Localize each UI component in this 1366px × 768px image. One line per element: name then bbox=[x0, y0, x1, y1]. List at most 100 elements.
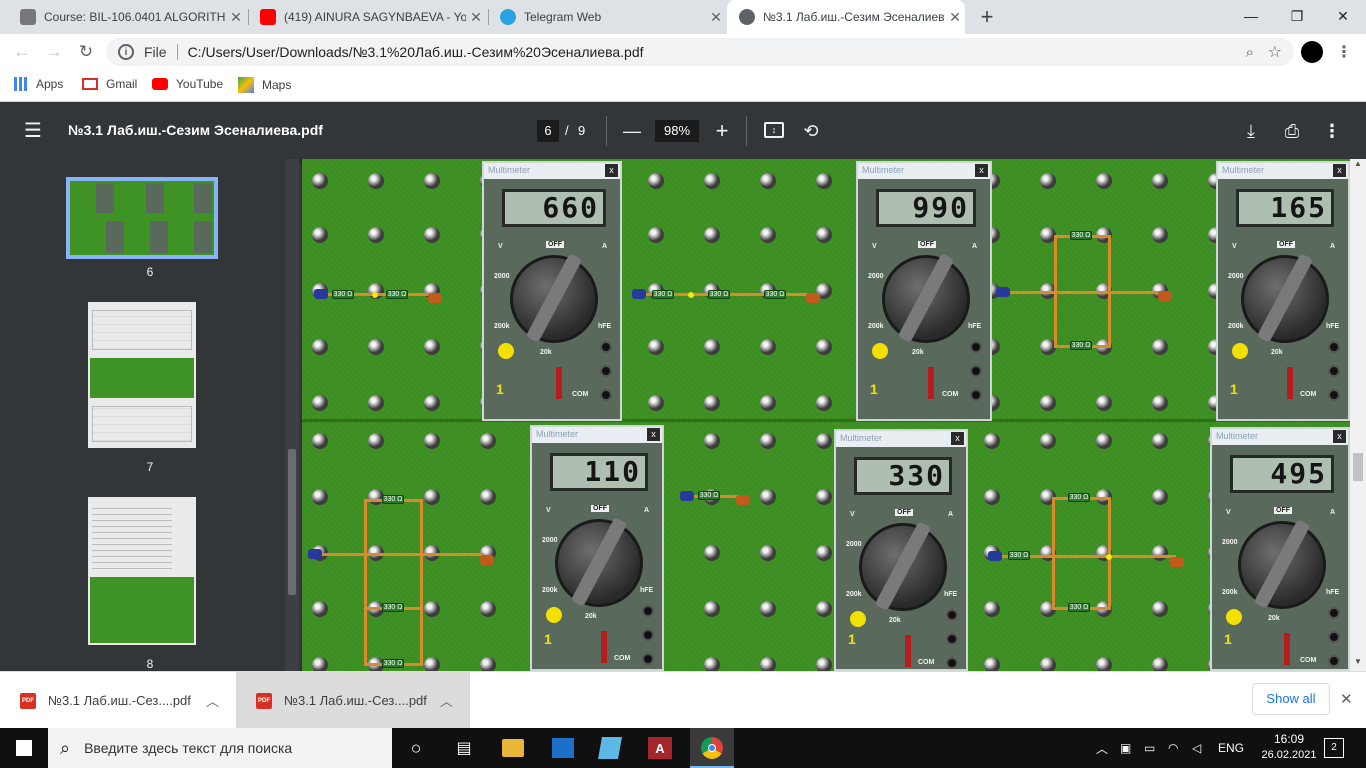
app-icon[interactable] bbox=[552, 738, 574, 758]
close-icon[interactable]: ✕ bbox=[945, 9, 965, 26]
breadboard-peg bbox=[816, 601, 832, 617]
close-icon[interactable]: ✕ bbox=[466, 9, 486, 26]
transistor-socket bbox=[546, 607, 562, 623]
thumbnail-page-7[interactable] bbox=[88, 302, 196, 448]
tray-icon[interactable]: ▣ bbox=[1120, 728, 1131, 768]
close-icon[interactable]: x bbox=[647, 428, 660, 441]
fit-page-icon[interactable]: ↕ bbox=[764, 122, 784, 138]
breadboard-peg bbox=[368, 395, 384, 411]
bookmark-youtube[interactable]: YouTube bbox=[152, 77, 223, 91]
close-icon[interactable]: x bbox=[605, 164, 618, 177]
more-options-icon[interactable]: ⋮ bbox=[1322, 120, 1342, 142]
file-explorer-icon[interactable] bbox=[502, 739, 524, 757]
zoom-input[interactable]: 98% bbox=[655, 120, 699, 142]
dial-label: V bbox=[850, 511, 855, 518]
tab-course[interactable]: Course: BIL-106.0401 ALGORITHM ✕ bbox=[8, 0, 246, 34]
maximize-button[interactable]: ❐ bbox=[1274, 0, 1320, 32]
tray-chevron-icon[interactable]: ︿ bbox=[1096, 728, 1108, 768]
zoom-out-icon[interactable]: — bbox=[622, 120, 642, 142]
close-icon[interactable]: x bbox=[951, 432, 964, 445]
resistor: 330 Ω bbox=[1068, 493, 1090, 502]
hamburger-menu-icon[interactable]: ☰ bbox=[22, 120, 44, 142]
scrollbar-thumb[interactable] bbox=[1353, 453, 1363, 481]
jack bbox=[1328, 631, 1340, 643]
breadboard-peg bbox=[816, 339, 832, 355]
pdf-page-content: 330 Ω 330 Ω 330 Ω 330 Ω 330 Ω 330 Ω 330 … bbox=[302, 159, 1350, 671]
breadboard-peg bbox=[704, 433, 720, 449]
profile-avatar[interactable] bbox=[1298, 38, 1326, 66]
rotate-icon[interactable]: ⟲ bbox=[800, 120, 822, 142]
tab-pdf-active[interactable]: №3.1 Лаб.иш.-Сезим Эсеналиев ✕ bbox=[727, 0, 965, 34]
dial-label: COM bbox=[572, 391, 589, 398]
url-text[interactable]: C:/Users/User/Downloads/№3.1%20Лаб.иш.-С… bbox=[188, 44, 644, 60]
new-tab-button[interactable]: + bbox=[973, 3, 1001, 31]
print-icon[interactable]: ⎙ bbox=[1280, 120, 1304, 142]
close-icon[interactable]: x bbox=[1333, 430, 1346, 443]
probe-red bbox=[480, 555, 494, 565]
task-view-icon[interactable]: ▤ bbox=[452, 736, 476, 760]
minimize-button[interactable]: — bbox=[1228, 0, 1274, 32]
address-bar[interactable]: i File C:/Users/User/Downloads/№3.1%20Ла… bbox=[106, 38, 1294, 66]
close-icon[interactable]: ✕ bbox=[226, 9, 246, 26]
battery-icon[interactable]: ▭ bbox=[1144, 728, 1155, 768]
app-icon[interactable] bbox=[598, 737, 622, 759]
close-downloads-icon[interactable]: ✕ bbox=[1340, 690, 1353, 708]
menu-kebab-icon[interactable]: ⋮ bbox=[1330, 38, 1358, 66]
page-number-input[interactable]: 6 bbox=[537, 120, 559, 142]
taskbar-search[interactable]: ⌕ Введите здесь текст для поиска bbox=[48, 728, 392, 768]
close-window-button[interactable]: ✕ bbox=[1320, 0, 1366, 32]
reload-button[interactable]: ↻ bbox=[72, 38, 100, 66]
scrollbar-thumb[interactable] bbox=[288, 449, 296, 595]
info-icon[interactable]: i bbox=[118, 44, 134, 60]
zoom-icon[interactable]: ⌕ bbox=[1246, 44, 1254, 61]
bookmark-apps[interactable]: Apps bbox=[14, 77, 63, 91]
tab-youtube[interactable]: (419) AINURA SAGYNBAEVA - Yo ✕ bbox=[248, 0, 486, 34]
clock-date[interactable]: 26.02.2021 bbox=[1257, 749, 1321, 761]
download-item[interactable]: PDF №3.1 Лаб.иш.-Сез....pdf ︿ bbox=[236, 672, 470, 729]
windows-start-icon[interactable] bbox=[12, 736, 36, 760]
show-all-button[interactable]: Show all bbox=[1252, 683, 1330, 715]
tab-telegram[interactable]: Telegram Web ✕ bbox=[488, 0, 726, 34]
dial-label: V bbox=[872, 243, 877, 250]
chrome-taskbar-button[interactable] bbox=[690, 728, 734, 768]
breadboard-peg bbox=[480, 489, 496, 505]
multimeter-title: Multimeter bbox=[836, 431, 966, 447]
thumbnail-page-8[interactable] bbox=[88, 497, 196, 645]
test-lead-marker bbox=[1287, 367, 1293, 399]
access-icon[interactable]: A bbox=[648, 737, 672, 759]
breadboard-peg bbox=[1096, 433, 1112, 449]
cortana-icon[interactable]: ○ bbox=[404, 736, 428, 760]
bookmark-gmail[interactable]: Gmail bbox=[82, 77, 137, 91]
breadboard-peg bbox=[424, 489, 440, 505]
close-icon[interactable]: x bbox=[975, 164, 988, 177]
zoom-in-icon[interactable]: + bbox=[712, 118, 732, 143]
content-scrollbar[interactable]: ▲ ▼ bbox=[1350, 159, 1366, 671]
language-indicator[interactable]: ENG bbox=[1218, 728, 1244, 768]
chevron-up-icon[interactable]: ︿ bbox=[206, 691, 219, 710]
back-button[interactable]: ← bbox=[8, 38, 36, 66]
thumbnail-page-6[interactable] bbox=[66, 177, 218, 259]
star-icon[interactable]: ☆ bbox=[1268, 42, 1282, 62]
volume-icon[interactable]: ◁ bbox=[1192, 728, 1201, 768]
dial-label: COM bbox=[1300, 657, 1317, 664]
scroll-down-icon[interactable]: ▼ bbox=[1350, 657, 1366, 671]
chevron-up-icon[interactable]: ︿ bbox=[440, 691, 453, 710]
sidebar-scrollbar[interactable] bbox=[285, 159, 299, 671]
probe-red bbox=[806, 293, 820, 303]
close-icon[interactable]: x bbox=[1333, 164, 1346, 177]
globe-icon bbox=[739, 9, 755, 25]
download-item[interactable]: PDF №3.1 Лаб.иш.-Сез....pdf ︿ bbox=[0, 672, 236, 729]
notifications-icon[interactable]: 2 bbox=[1324, 738, 1344, 758]
download-icon[interactable]: ⤓ bbox=[1240, 120, 1262, 142]
clock-time[interactable]: 16:09 bbox=[1262, 732, 1316, 746]
range-indicator: 1 bbox=[1230, 381, 1238, 397]
bookmark-maps[interactable]: Maps bbox=[238, 77, 291, 93]
scroll-up-icon[interactable]: ▲ bbox=[1350, 159, 1366, 173]
dial-label: hFE bbox=[1326, 589, 1340, 596]
junction-node bbox=[372, 292, 378, 298]
forward-button[interactable]: → bbox=[40, 38, 68, 66]
wifi-icon[interactable]: ◠ bbox=[1168, 728, 1178, 768]
close-icon[interactable]: ✕ bbox=[706, 9, 726, 26]
breadboard-peg bbox=[816, 173, 832, 189]
jack bbox=[970, 365, 982, 377]
